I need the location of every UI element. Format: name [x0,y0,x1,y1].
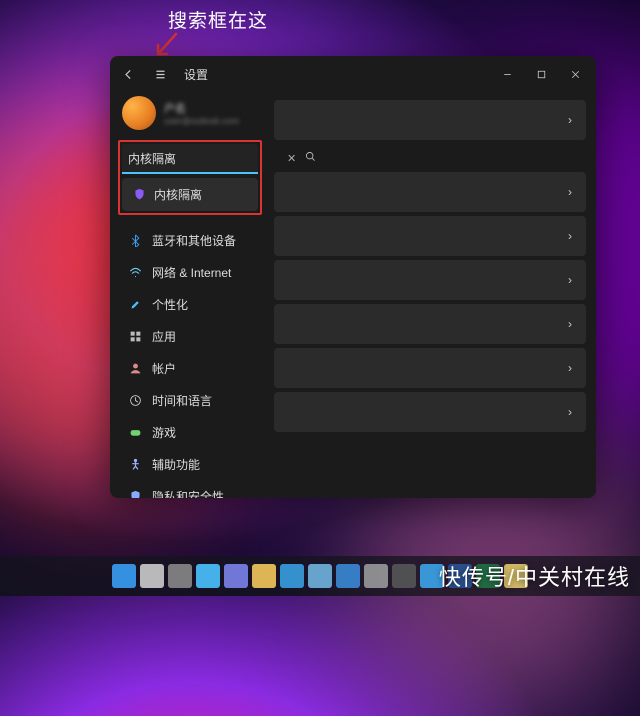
sidebar-item-accounts[interactable]: 帐户 [118,353,262,384]
search-input[interactable] [128,151,283,165]
menu-button[interactable] [146,60,174,88]
sidebar-item-accessibility[interactable]: 辅助功能 [118,449,262,480]
sidebar-item-personalization[interactable]: 个性化 [118,289,262,320]
sidebar-item-label: 蓝牙和其他设备 [152,232,236,249]
shield-icon [132,188,146,202]
settings-window: 设置 户名 user@outlook.com [110,56,596,498]
window-title: 设置 [184,66,208,83]
sidebar-item-network[interactable]: 网络 & Internet [118,257,262,288]
person-icon [128,362,142,376]
taskbar-edge-icon[interactable] [280,564,304,588]
brush-icon [128,298,142,312]
sidebar-item-label: 应用 [152,328,176,345]
game-icon [128,426,142,440]
sidebar-item-label: 个性化 [152,296,188,313]
back-button[interactable] [114,60,142,88]
profile-email: user@outlook.com [164,116,239,126]
bluetooth-icon [128,234,142,248]
chevron-right-icon: › [568,273,572,287]
sidebar-item-gaming[interactable]: 游戏 [118,417,262,448]
clock-icon [128,394,142,408]
taskbar-chat-icon[interactable] [224,564,248,588]
taskbar-taskview-icon[interactable] [168,564,192,588]
sidebar-item-label: 时间和语言 [152,392,212,409]
sidebar-item-time[interactable]: 时间和语言 [118,385,262,416]
avatar [122,96,156,130]
settings-card[interactable]: › [274,304,586,344]
sidebar-item-apps[interactable]: 应用 [118,321,262,352]
sidebar: 户名 user@outlook.com ✕ 内核隔离 [110,92,270,498]
close-button[interactable] [558,60,592,88]
taskbar-search-icon[interactable] [140,564,164,588]
nav-list: 蓝牙和其他设备网络 & Internet 个性化应用帐户时间和语言游戏辅助功能隐私… [118,225,262,498]
chevron-right-icon: › [568,361,572,375]
sidebar-item-label: 网络 & Internet [152,264,231,281]
sidebar-item-label: 帐户 [152,360,176,377]
watermark: 快传号/中关村在线 [439,560,630,592]
minimize-button[interactable] [490,60,524,88]
taskbar-explorer-icon[interactable] [252,564,276,588]
sidebar-item-label: 游戏 [152,424,176,441]
sidebar-item-label: 隐私和安全性 [152,488,224,498]
settings-card[interactable]: › [274,392,586,432]
apps-icon [128,330,142,344]
profile-name: 户名 [164,100,239,116]
taskbar-settings-icon[interactable] [364,564,388,588]
content-panel: › › › › › › › [270,92,596,498]
chevron-right-icon: › [568,113,572,127]
chevron-right-icon: › [568,229,572,243]
shield-icon [128,490,142,499]
wifi-icon [128,266,142,280]
profile-block[interactable]: 户名 user@outlook.com [118,94,262,140]
taskbar-terminal-icon[interactable] [392,564,416,588]
settings-card[interactable]: › [274,100,586,140]
taskbar-widgets-icon[interactable] [196,564,220,588]
chevron-right-icon: › [568,185,572,199]
access-icon [128,458,142,472]
taskbar-store-icon[interactable] [308,564,332,588]
search-suggestion[interactable]: 内核隔离 [122,178,258,211]
sidebar-item-label: 辅助功能 [152,456,200,473]
taskbar-mail-icon[interactable] [336,564,360,588]
taskbar-start-icon[interactable] [112,564,136,588]
search-box[interactable]: ✕ [122,144,258,174]
settings-card[interactable]: › [274,216,586,256]
titlebar: 设置 [110,56,596,92]
maximize-button[interactable] [524,60,558,88]
sidebar-item-privacy[interactable]: 隐私和安全性 [118,481,262,498]
sidebar-item-bluetooth[interactable]: 蓝牙和其他设备 [118,225,262,256]
chevron-right-icon: › [568,317,572,331]
search-highlight: ✕ 内核隔离 [118,140,262,215]
settings-card[interactable]: › [274,348,586,388]
chevron-right-icon: › [568,405,572,419]
annotation-label: 搜索框在这 [168,6,268,33]
settings-card[interactable]: › [274,260,586,300]
settings-card[interactable]: › [274,172,586,212]
suggestion-label: 内核隔离 [154,186,202,203]
